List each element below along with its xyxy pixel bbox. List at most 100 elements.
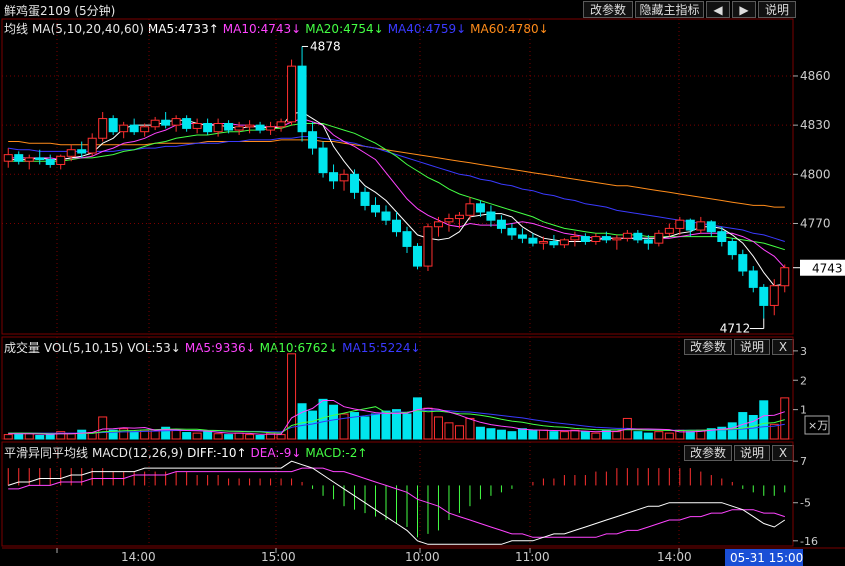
candle-body bbox=[402, 231, 412, 247]
volume-bar bbox=[255, 434, 265, 440]
candle-body bbox=[329, 172, 339, 182]
candle-body bbox=[297, 65, 307, 133]
candle-body bbox=[35, 157, 45, 161]
volume-bar bbox=[633, 431, 643, 440]
candle-body bbox=[45, 159, 55, 165]
volume-bar bbox=[570, 429, 580, 440]
candle-body bbox=[234, 126, 244, 131]
candle-body bbox=[570, 236, 580, 241]
volume-bar bbox=[35, 434, 45, 440]
candle-body bbox=[161, 119, 171, 126]
candle-body bbox=[77, 149, 87, 154]
vol-y-tick-label: 3 bbox=[800, 345, 807, 358]
candle-body bbox=[769, 285, 779, 306]
volume-bar bbox=[308, 410, 318, 440]
candle-body bbox=[465, 203, 475, 216]
volume-bar bbox=[444, 422, 454, 440]
candle-body bbox=[559, 239, 569, 246]
candle-body bbox=[549, 241, 559, 246]
candle-body bbox=[612, 237, 622, 241]
volume-bar bbox=[654, 431, 664, 440]
volume-bar bbox=[77, 429, 87, 440]
volume-bar bbox=[538, 429, 548, 440]
volume-bar bbox=[780, 397, 790, 440]
volume-bar bbox=[45, 434, 55, 440]
volume-bar bbox=[213, 433, 223, 440]
volume-bar bbox=[381, 410, 391, 440]
macd-y-tick-label: -16 bbox=[800, 535, 818, 548]
candle-body bbox=[182, 118, 192, 129]
time-label: 11:00 bbox=[515, 550, 550, 564]
candle-body bbox=[454, 214, 464, 220]
candle-body bbox=[171, 118, 181, 126]
volume-bar bbox=[685, 431, 695, 440]
volume-bar bbox=[412, 397, 422, 440]
volume-bar bbox=[171, 429, 181, 440]
candle-body bbox=[675, 219, 685, 229]
vol-y-tick-label: 2 bbox=[800, 374, 807, 387]
candle-body bbox=[507, 227, 517, 236]
time-label: 15:00 bbox=[261, 550, 296, 564]
candle-body bbox=[517, 234, 527, 239]
volume-bar bbox=[664, 432, 674, 440]
volume-bar bbox=[549, 431, 559, 440]
candle-body bbox=[496, 219, 506, 229]
volume-bar bbox=[234, 432, 244, 440]
last-price-label: 4743 bbox=[812, 262, 843, 276]
volume-bar bbox=[643, 432, 653, 440]
candle-body bbox=[696, 221, 706, 231]
candle-body bbox=[224, 123, 234, 131]
candle-body bbox=[780, 267, 790, 287]
chart-canvas[interactable]: 4860 4830 4800 4770 4878 4712 4743 3 2 1×万 7 -5 -16 1… bbox=[0, 0, 845, 566]
candle-body bbox=[87, 137, 97, 154]
volume-bar bbox=[150, 430, 160, 440]
high-label: 4878 bbox=[310, 39, 341, 53]
volume-bar bbox=[507, 431, 517, 440]
volume-bar bbox=[392, 409, 401, 440]
vol-y-tick-label: 1 bbox=[800, 404, 807, 417]
macd-y-tick-label: 7 bbox=[800, 455, 807, 468]
candle-body bbox=[266, 126, 276, 131]
candle-body bbox=[717, 231, 727, 243]
candle-body bbox=[339, 173, 349, 182]
candle-body bbox=[591, 236, 601, 242]
y-tick-label: 4770 bbox=[800, 216, 831, 230]
candle-body bbox=[213, 123, 223, 133]
candle-body bbox=[580, 236, 590, 242]
time-label: 10:00 bbox=[405, 550, 440, 564]
candle-body bbox=[528, 237, 538, 244]
candle-body bbox=[192, 123, 202, 129]
candle-body bbox=[423, 226, 433, 267]
volume-bar bbox=[423, 407, 433, 440]
candle-body bbox=[24, 157, 34, 162]
candle-body bbox=[3, 154, 13, 162]
time-label: 14:00 bbox=[657, 550, 692, 564]
volume-bar bbox=[203, 431, 213, 440]
candle-body bbox=[108, 118, 118, 133]
candle-body bbox=[748, 270, 758, 288]
candle-body bbox=[245, 124, 255, 128]
vol-unit-label: ×万 bbox=[808, 419, 828, 432]
y-tick-label: 4860 bbox=[800, 69, 831, 83]
candle-body bbox=[381, 211, 391, 221]
candle-body bbox=[56, 155, 66, 165]
volume-bar bbox=[224, 434, 234, 440]
candle-body bbox=[475, 203, 485, 213]
candle-body bbox=[685, 219, 695, 231]
volume-bar bbox=[612, 431, 622, 440]
volume-bar bbox=[98, 416, 108, 440]
candle-body bbox=[738, 254, 748, 272]
candle-body bbox=[601, 236, 611, 241]
candle-body bbox=[318, 147, 328, 174]
volume-bar bbox=[360, 416, 370, 440]
y-tick-label: 4830 bbox=[800, 118, 831, 132]
candle-body bbox=[622, 232, 632, 239]
volume-bar bbox=[245, 434, 255, 440]
volume-bar bbox=[496, 429, 506, 440]
volume-bar bbox=[66, 433, 76, 440]
candle-body bbox=[276, 121, 286, 128]
candle-body bbox=[444, 218, 454, 223]
macd-panel-frame bbox=[1, 441, 794, 547]
candle-body bbox=[360, 191, 370, 206]
volume-bar bbox=[591, 432, 601, 440]
